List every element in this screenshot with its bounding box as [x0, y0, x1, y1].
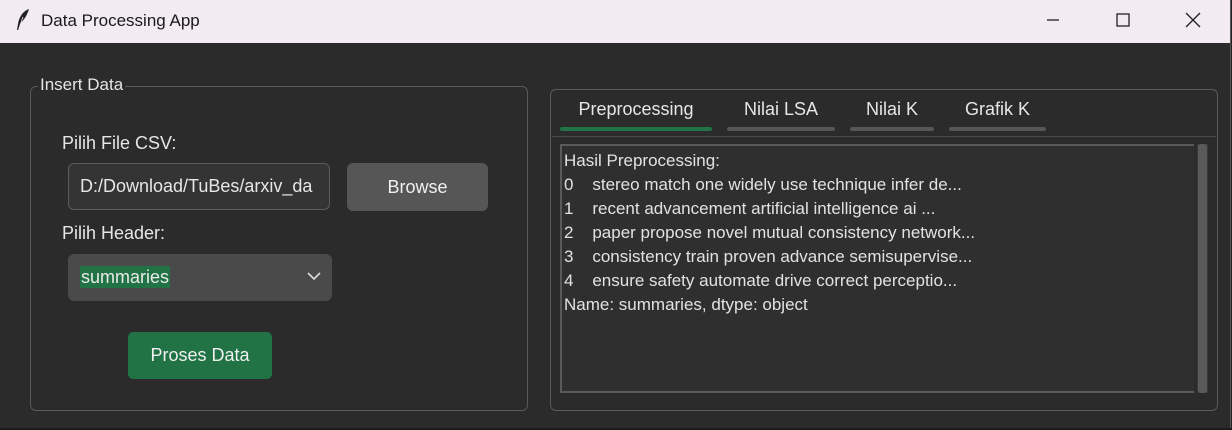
output-line: Name: summaries, dtype: object: [564, 295, 808, 314]
insert-data-title: Insert Data: [38, 75, 126, 95]
chevron-down-icon: [307, 272, 321, 281]
tab-label: Nilai LSA: [743, 99, 819, 119]
tab-nilai-lsa[interactable]: Nilai LSA: [727, 97, 835, 131]
title-bar[interactable]: Data Processing App: [0, 0, 1230, 43]
tab-separator: [552, 136, 1216, 137]
header-select[interactable]: summaries: [68, 254, 332, 301]
output-line: 0 stereo match one widely use technique …: [564, 175, 962, 194]
maximize-button[interactable]: [1088, 0, 1158, 40]
output-scrollbar[interactable]: [1197, 144, 1208, 393]
output-line: Hasil Preprocessing:: [564, 151, 720, 170]
tab-label: Preprocessing: [578, 99, 694, 119]
browse-button[interactable]: Browse: [347, 163, 488, 211]
csv-path-input[interactable]: [68, 163, 330, 210]
output-line: 4 ensure safety automate drive correct p…: [564, 271, 958, 290]
minimize-icon: [1047, 19, 1059, 21]
header-selected-value: summaries: [80, 266, 171, 288]
tab-grafik-k[interactable]: Grafik K: [949, 97, 1046, 131]
process-data-button[interactable]: Proses Data: [128, 332, 272, 379]
close-icon: [1185, 12, 1201, 28]
tab-preprocessing[interactable]: Preprocessing: [560, 97, 712, 131]
feather-icon: [14, 8, 32, 32]
tab-nilai-k[interactable]: Nilai K: [850, 97, 934, 131]
output-line: 2 paper propose novel mutual consistency…: [564, 223, 976, 242]
minimize-button[interactable]: [1018, 0, 1088, 40]
window-title: Data Processing App: [41, 11, 200, 30]
tab-indicator: [727, 127, 835, 131]
header-label: Pilih Header:: [62, 223, 166, 243]
tab-indicator: [560, 127, 712, 131]
tab-indicator: [949, 127, 1046, 131]
preprocessing-output-text[interactable]: Hasil Preprocessing: 0 stereo match one w…: [560, 144, 1194, 393]
tab-indicator: [850, 127, 934, 131]
scrollbar-thumb[interactable]: [1198, 144, 1207, 393]
output-line: 1 recent advancement artificial intellig…: [564, 199, 936, 218]
output-line: 3 consistency train proven advance semis…: [564, 247, 973, 266]
tab-label: Nilai K: [865, 99, 918, 119]
csv-file-label: Pilih File CSV:: [62, 133, 177, 153]
maximize-icon: [1116, 13, 1130, 27]
close-button[interactable]: [1158, 0, 1228, 40]
tab-label: Grafik K: [964, 99, 1030, 119]
app-window: Data Processing App Insert Data Pilih Fi…: [0, 0, 1231, 429]
